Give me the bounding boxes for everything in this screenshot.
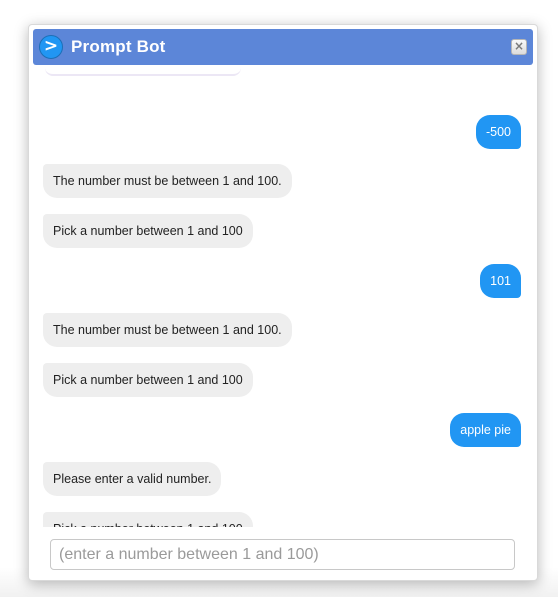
chat-window: > Prompt Bot × -500 The number must be b… <box>28 24 538 581</box>
title-bar: > Prompt Bot × <box>33 29 533 65</box>
message-input[interactable] <box>51 540 514 569</box>
message-list[interactable]: -500 The number must be between 1 and 10… <box>29 65 537 527</box>
bot-message: Pick a number between 1 and 100 <box>43 512 253 527</box>
bot-message: Pick a number between 1 and 100 <box>43 363 253 397</box>
user-message: -500 <box>475 115 521 149</box>
window-title: Prompt Bot <box>71 37 166 56</box>
user-message: apple pie <box>450 413 521 447</box>
close-button[interactable]: × <box>511 39 527 55</box>
page: > Prompt Bot × -500 The number must be b… <box>0 0 558 597</box>
bot-message: Please enter a valid number. <box>43 462 222 496</box>
user-message: 101 <box>480 264 521 298</box>
scrolled-bubble-edge <box>45 68 241 76</box>
bot-message: Pick a number between 1 and 100 <box>43 214 253 248</box>
bot-message: The number must be between 1 and 100. <box>43 164 292 198</box>
bot-logo-icon: > <box>39 35 63 59</box>
message-input-wrapper <box>50 539 515 570</box>
bot-message: The number must be between 1 and 100. <box>43 313 292 347</box>
